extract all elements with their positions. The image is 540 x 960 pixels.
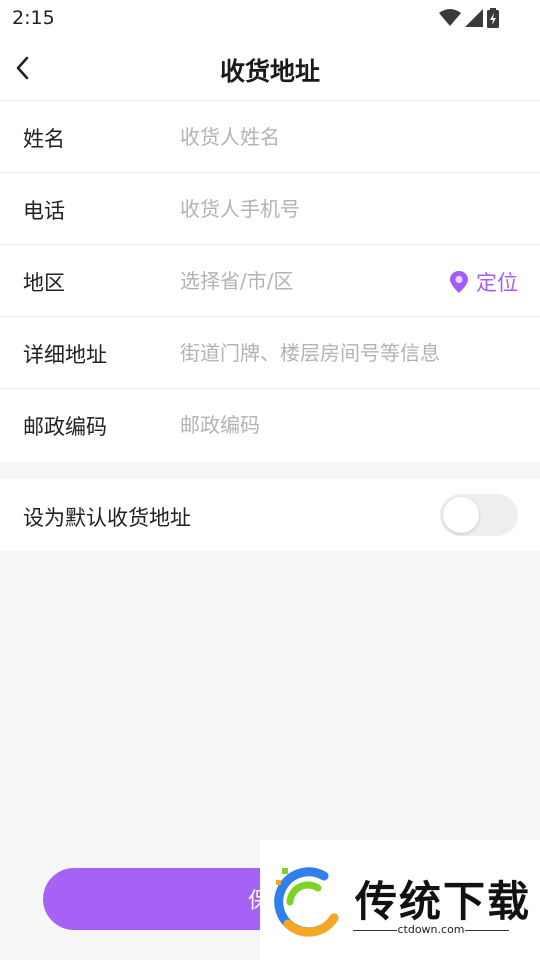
name-label: 姓名 [23,127,65,151]
location-pin-icon [450,271,468,293]
watermark-brand: 传统下载 [355,877,532,926]
detail-address-input[interactable] [180,335,520,371]
locate-button[interactable]: 定位 [448,267,518,297]
phone-row: 电话 [0,173,540,245]
address-form: 姓名 电话 地区 定位 详细地址 邮政编码 [0,101,540,462]
postcode-label: 邮政编码 [23,415,107,439]
region-row: 地区 定位 [0,245,540,317]
watermark-logo-icon [274,867,339,937]
phone-input[interactable] [180,191,480,227]
postcode-input[interactable] [180,407,480,443]
region-label: 地区 [23,271,65,295]
default-address-label: 设为默认收货地址 [23,506,191,530]
status-icons [438,8,500,28]
battery-charging-icon [487,8,499,28]
detail-address-row: 详细地址 [0,317,540,389]
detail-address-label: 详细地址 [23,343,107,367]
locate-label: 定位 [476,271,518,295]
status-time: 2:15 [12,7,55,29]
page-title: 收货地址 [219,57,320,86]
region-input[interactable] [180,263,420,299]
toggle-knob [443,497,479,533]
name-input[interactable] [180,119,480,155]
postcode-row: 邮政编码 [0,389,540,462]
watermark: 传统下载 ctdown.com [260,840,540,960]
nav-bar: 收货地址 [0,38,540,101]
watermark-line-right [465,930,509,931]
signal-icon [465,9,483,27]
name-row: 姓名 [0,101,540,173]
default-address-row: 设为默认收货地址 [0,479,540,551]
default-address-toggle[interactable] [440,494,518,536]
status-bar: 2:15 [0,0,540,38]
phone-label: 电话 [23,199,65,223]
wifi-icon [439,9,461,26]
